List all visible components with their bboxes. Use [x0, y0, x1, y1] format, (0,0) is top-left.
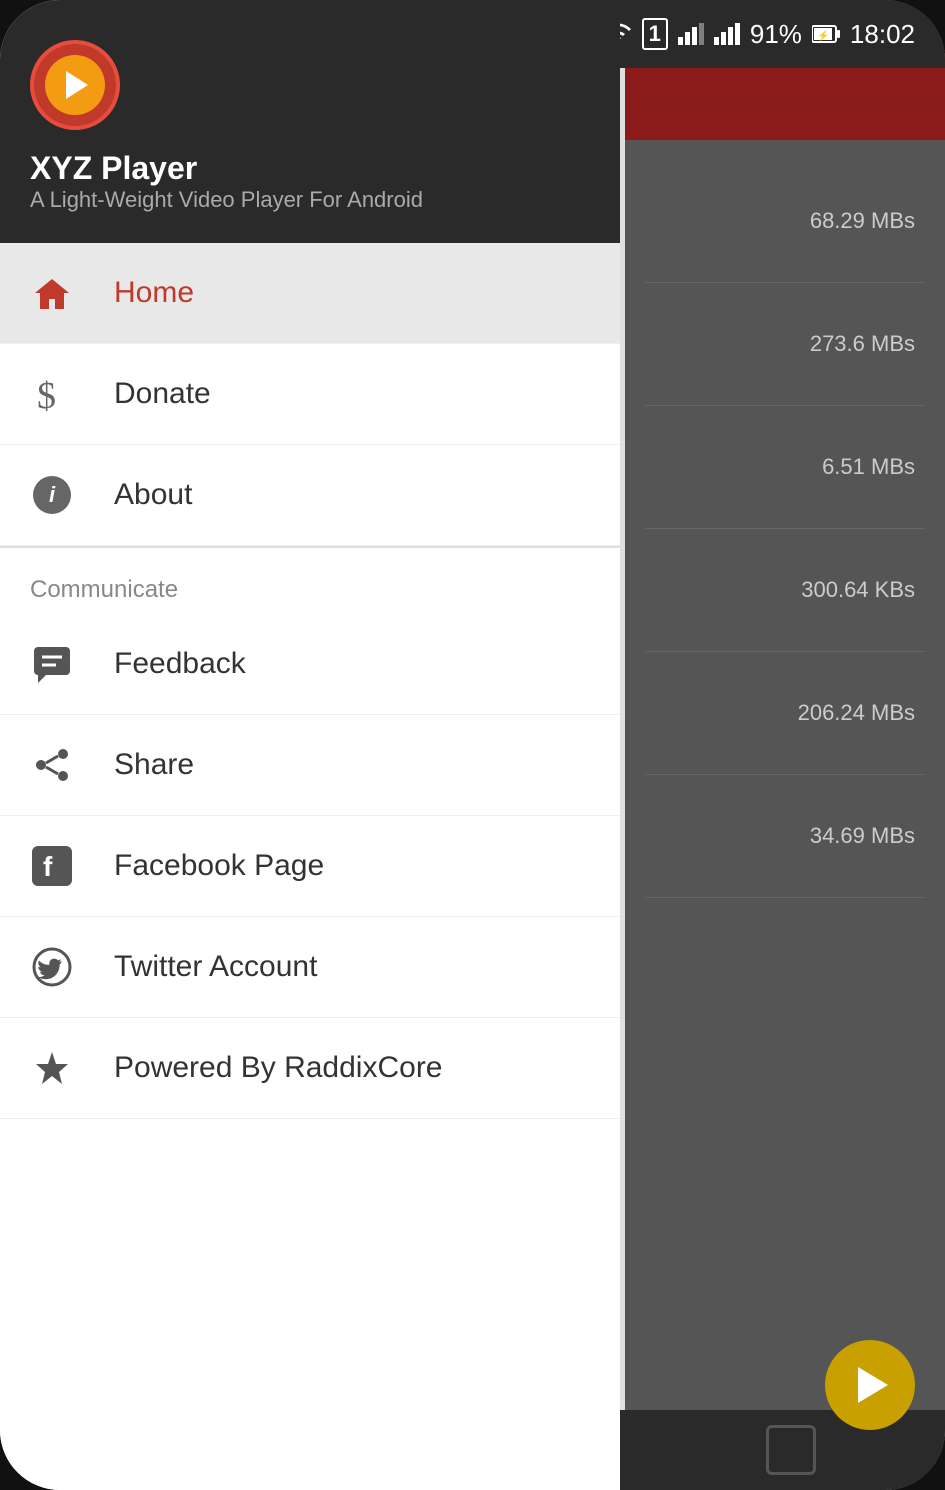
clock: 18:02 [850, 19, 915, 50]
right-background: 68.29 MBs 273.6 MBs 6.51 MBs 300.64 KBs … [625, 0, 945, 1490]
battery-percentage: 91% [750, 19, 802, 50]
nav-donate-label: Donate [114, 377, 211, 411]
navigation-drawer: XYZ Player A Light-Weight Video Player F… [0, 0, 620, 1490]
screen: 1 91% [0, 0, 945, 1490]
nav-about-label: About [114, 478, 192, 512]
file-size-3: 6.51 MBs [645, 406, 925, 529]
phone-frame: 1 91% [0, 0, 945, 1490]
nav-home-label: Home [114, 276, 194, 310]
nav-item-facebook[interactable]: f Facebook Page [0, 816, 620, 917]
nav-item-about[interactable]: i About [0, 445, 620, 546]
file-size-2: 273.6 MBs [645, 283, 925, 406]
app-name: XYZ Player [30, 150, 590, 187]
file-size-6: 34.69 MBs [645, 775, 925, 898]
status-icons: 1 91% [604, 18, 915, 50]
nav-facebook-label: Facebook Page [114, 849, 324, 883]
fab-play-icon [858, 1367, 888, 1403]
twitter-icon [30, 945, 74, 989]
signal1-icon [678, 23, 704, 45]
facebook-icon: f [30, 844, 74, 888]
nav-item-feedback[interactable]: Feedback [0, 614, 620, 715]
svg-text:$: $ [37, 375, 56, 414]
feedback-icon [30, 642, 74, 686]
drawer-nav: Home $ Donate i About [0, 243, 620, 1490]
star-icon [30, 1046, 74, 1090]
nav-item-donate[interactable]: $ Donate [0, 344, 620, 445]
logo-inner [45, 55, 105, 115]
home-icon [30, 271, 74, 315]
nav-item-raddix[interactable]: Powered By RaddixCore [0, 1018, 620, 1119]
nav-twitter-label: Twitter Account [114, 950, 317, 984]
nav-item-twitter[interactable]: Twitter Account [0, 917, 620, 1018]
bottom-recent-btn[interactable] [766, 1425, 816, 1475]
svg-text:⚡: ⚡ [817, 29, 829, 42]
info-icon: i [30, 473, 74, 517]
share-icon [30, 743, 74, 787]
nav-item-home[interactable]: Home [0, 243, 620, 344]
nav-item-share[interactable]: Share [0, 715, 620, 816]
file-size-5: 206.24 MBs [645, 652, 925, 775]
battery-icon: ⚡ [812, 24, 840, 44]
nav-share-label: Share [114, 748, 194, 782]
info-icon-shape: i [33, 476, 71, 514]
sim-icon: 1 [642, 18, 668, 50]
fab-play-button[interactable] [825, 1340, 915, 1430]
communicate-section-header: Communicate [0, 547, 620, 614]
app-logo [30, 40, 120, 130]
file-sizes-list: 68.29 MBs 273.6 MBs 6.51 MBs 300.64 KBs … [625, 140, 945, 918]
file-size-4: 300.64 KBs [645, 529, 925, 652]
logo-play-icon [66, 71, 88, 99]
signal2-icon [714, 23, 740, 45]
file-size-1: 68.29 MBs [645, 160, 925, 283]
nav-feedback-label: Feedback [114, 647, 246, 681]
drawer-header: XYZ Player A Light-Weight Video Player F… [0, 0, 620, 243]
svg-text:f: f [43, 851, 53, 882]
nav-raddix-label: Powered By RaddixCore [114, 1051, 443, 1085]
app-tagline: A Light-Weight Video Player For Android [30, 187, 590, 213]
dollar-icon: $ [30, 372, 74, 416]
